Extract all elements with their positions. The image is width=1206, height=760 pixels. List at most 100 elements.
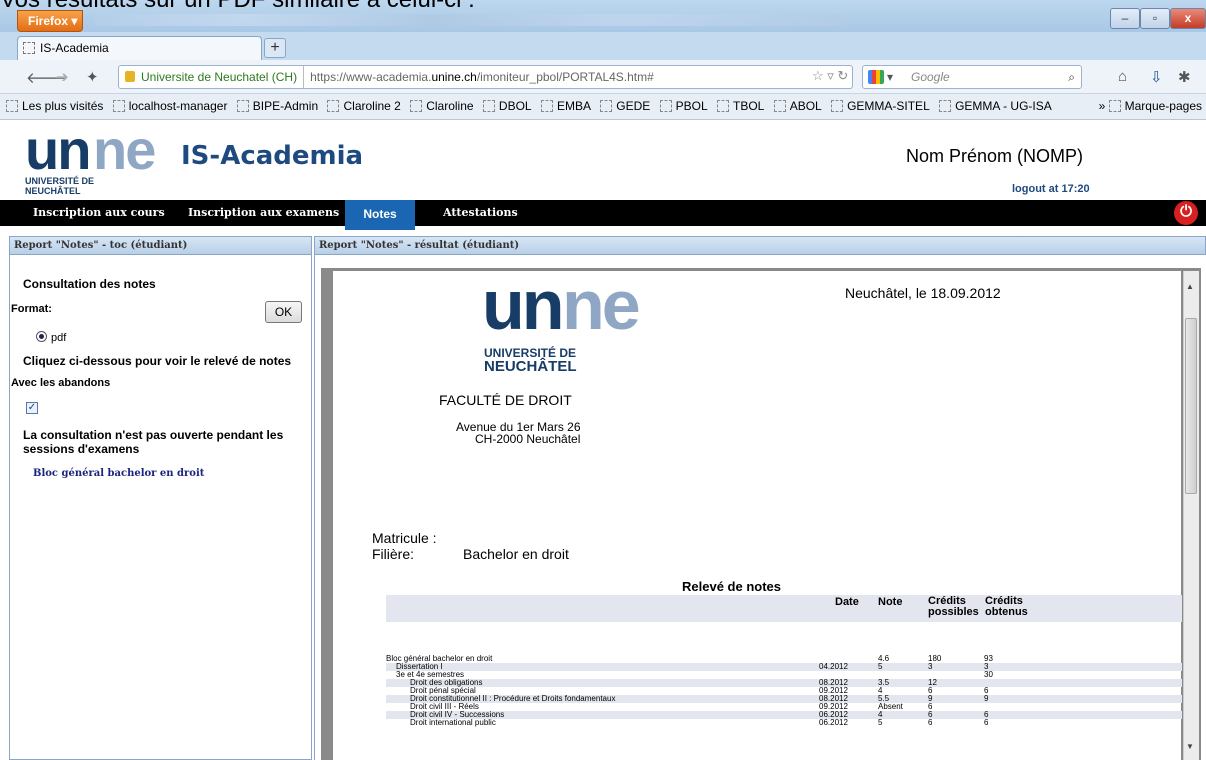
url-text: https://www-academia.unine.ch/imoniteur_… — [310, 70, 654, 84]
tab-is-academia[interactable]: IS-Academia — [17, 36, 262, 60]
grade-date: 04.2012 — [819, 662, 848, 671]
scroll-down-arrow-icon[interactable]: ▼ — [1186, 742, 1194, 751]
pdf-filiere-value: Bachelor en droit — [463, 546, 569, 562]
bloc-general-link[interactable]: Bloc général bachelor en droit — [33, 468, 204, 479]
bookmark-item[interactable]: BIPE-Admin — [236, 94, 318, 118]
bookmark-page-icon — [600, 100, 613, 112]
format-label: Format: — [11, 303, 52, 315]
abandons-checkbox[interactable]: ✓ — [26, 402, 38, 414]
grade-credits-obtained: 30 — [984, 670, 993, 679]
new-tab-button[interactable]: + — [264, 38, 286, 58]
format-pdf-label: pdf — [51, 332, 67, 344]
exam-session-warning: La consultation n'est pas ouverte pendan… — [23, 428, 284, 456]
format-pdf-radio[interactable] — [36, 331, 47, 342]
bookmarks-menu[interactable]: » Marque-pages — [1099, 94, 1202, 118]
site-identity[interactable]: Universite de Neuchatel (CH) — [119, 66, 305, 88]
grade-row: Droit constitutionnel II : Procédure et … — [386, 695, 1182, 703]
col-note: Note — [878, 596, 903, 608]
logo-subtitle: UNIVERSITÉ DE NEUCHÂTEL — [25, 176, 95, 196]
pdf-unine-logo-ne: ne — [562, 266, 641, 344]
bookmark-page-icon — [540, 100, 553, 112]
firefox-menu-button[interactable]: Firefox ▾ — [17, 10, 83, 32]
bookmark-item[interactable]: TBOL — [717, 94, 764, 118]
bookmark-item[interactable]: Claroline 2 — [327, 94, 401, 118]
pdf-scroll-thumb[interactable] — [1185, 318, 1197, 494]
abandons-label: Avec les abandons — [11, 377, 111, 389]
bookmark-item[interactable]: DBOL — [482, 94, 532, 118]
bookmark-item[interactable]: localhost-manager — [112, 94, 227, 118]
col-credits-obtenus: Crédits obtenus — [985, 595, 1028, 618]
col-date: Date — [835, 596, 859, 608]
bookmark-item[interactable]: GEDE — [600, 94, 650, 118]
grade-note: 5 — [878, 662, 883, 671]
grade-row: Bloc général bachelor en droit 4.6 180 93 — [386, 655, 1182, 663]
user-name: Nom Prénom (NOMP) — [906, 146, 1084, 166]
bookmark-page-icon — [482, 100, 495, 112]
search-input[interactable]: ▾ Google ⌕ — [862, 65, 1082, 89]
unine-logo: un — [25, 118, 91, 181]
bookmark-page-icon — [327, 100, 340, 112]
addon-icon[interactable]: ✱ — [1178, 68, 1191, 86]
lock-icon — [125, 71, 135, 82]
extension-icon[interactable]: ✦ — [86, 68, 99, 86]
menu-inscription-cours[interactable]: Inscription aux cours — [33, 206, 165, 219]
unine-logo-ne: ne — [93, 118, 156, 181]
scroll-up-arrow-icon[interactable]: ▲ — [1186, 282, 1194, 291]
grade-credits-obtained: 6 — [984, 718, 989, 727]
grade-row: Droit civil III - Réels 09.2012 Absent 6 — [386, 703, 1182, 711]
download-icon[interactable]: ⇩ — [1150, 68, 1163, 86]
bookmark-page-icon — [236, 100, 249, 112]
grade-note: 5 — [878, 718, 883, 727]
grade-label: Droit international public — [410, 718, 496, 727]
page-caption: Vos résultats sur un PDF similaire à cel… — [0, 0, 1206, 12]
main-menu: Inscription aux cours Inscription aux ex… — [0, 200, 1206, 226]
menu-notes[interactable]: Notes — [345, 200, 415, 230]
grade-row: 3e et 4e semestres 30 — [386, 671, 1182, 679]
bookmark-page-icon — [773, 100, 786, 112]
bookmark-folder-icon — [6, 100, 18, 112]
search-engine-dropdown-icon[interactable]: ▾ — [887, 66, 893, 88]
address-bar[interactable]: Universite de Neuchatel (CH) https://www… — [118, 65, 853, 89]
bookmark-item[interactable]: ABOL — [773, 94, 822, 118]
bookmark-page-icon — [939, 100, 952, 112]
bookmark-star-icon[interactable]: ☆ ▿ ↻ — [812, 68, 848, 84]
home-icon[interactable]: ⌂ — [1118, 68, 1127, 85]
navigation-bar: 🡐 ➔ ✦ Universite de Neuchatel (CH) https… — [0, 60, 1206, 94]
bookmark-item[interactable]: EMBA — [540, 94, 591, 118]
left-panel — [9, 255, 312, 760]
grade-date: 06.2012 — [819, 718, 848, 727]
left-panel-header: Report "Notes" - toc (étudiant) — [9, 236, 312, 255]
grades-header-band — [386, 595, 1182, 622]
bookmark-item[interactable]: Les plus visités — [6, 94, 103, 118]
search-icon[interactable]: ⌕ — [1068, 66, 1075, 88]
bookmark-item[interactable]: GEMMA - UG-ISA — [939, 94, 1052, 118]
menu-attestations[interactable]: Attestations — [443, 206, 518, 219]
consultation-title: Consultation des notes — [23, 277, 156, 291]
power-icon[interactable]: ⏻ — [1174, 201, 1198, 225]
grade-row: Dissertation I 04.2012 5 3 3 — [386, 663, 1182, 671]
page-favicon-icon — [23, 42, 35, 54]
logout-link[interactable]: logout at 17:20 — [1012, 183, 1090, 195]
bookmark-page-icon — [717, 100, 730, 112]
chevron-right-icon: » — [1098, 99, 1109, 113]
instruction-text: Cliquez ci-dessous pour voir le relevé d… — [23, 354, 292, 368]
pdf-filiere-label: Filière: — [372, 546, 415, 562]
pdf-date-line: Neuchâtel, le 18.09.2012 — [845, 285, 1001, 301]
bookmark-item[interactable]: GEMMA-SITEL — [831, 94, 930, 118]
grade-row: Droit civil IV - Successions 06.2012 4 6 6 — [386, 711, 1182, 719]
blurred-toolbar-strip — [95, 14, 845, 26]
menu-inscription-examens[interactable]: Inscription aux examens — [188, 206, 339, 219]
pdf-unine-logo: un — [482, 266, 565, 344]
bookmark-item[interactable]: Claroline — [410, 94, 474, 118]
pdf-address-line-2: CH-2000 Neuchâtel — [475, 432, 581, 446]
col-credits-possibles: Crédits possibles — [928, 595, 979, 618]
bookmark-item[interactable]: PBOL — [659, 94, 708, 118]
right-panel-header: Report "Notes" - résultat (étudiant) — [314, 236, 1206, 255]
forward-arrow-icon[interactable]: ➔ — [56, 68, 69, 86]
grade-row: Droit des obligations 08.2012 3.5 12 — [386, 679, 1182, 687]
pdf-releve-title: Relevé de notes — [682, 579, 781, 594]
bookmark-page-icon — [112, 100, 125, 112]
bookmark-page-icon — [831, 100, 844, 112]
ok-button[interactable]: OK — [265, 301, 302, 323]
pdf-faculty: FACULTÉ DE DROIT — [439, 392, 572, 408]
